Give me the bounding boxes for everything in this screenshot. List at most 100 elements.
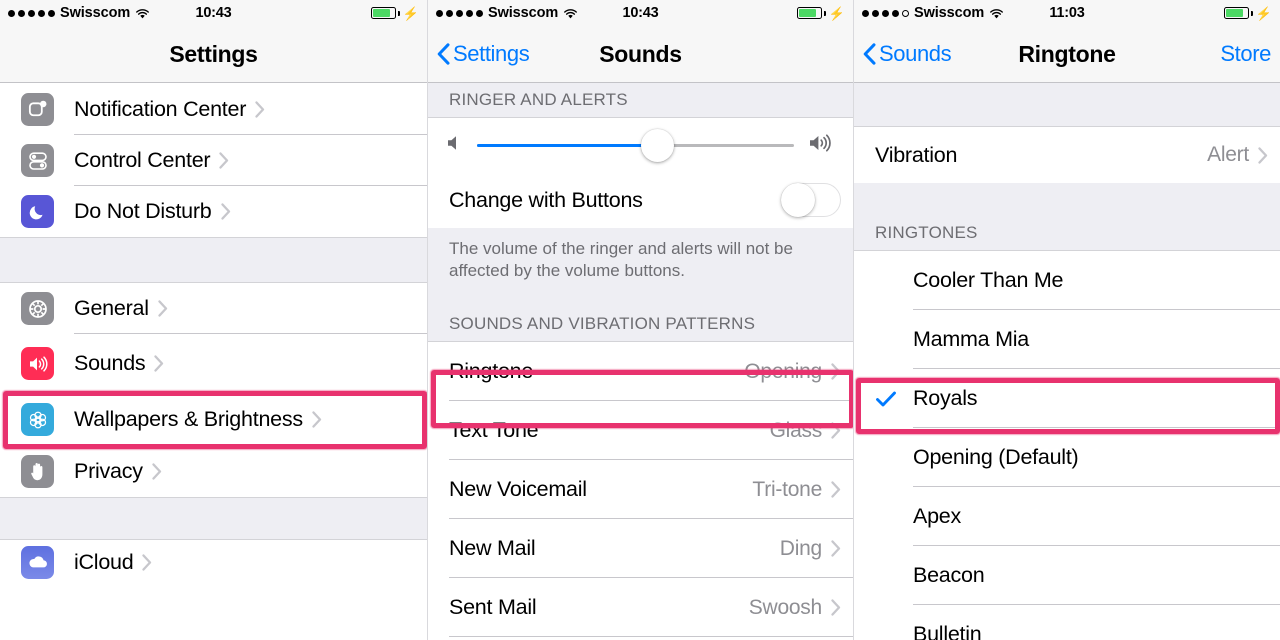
volume-high-icon: [808, 133, 835, 158]
sidebar-item-do-not-disturb[interactable]: Do Not Disturb: [0, 186, 427, 237]
sound-row-label: New Voicemail: [449, 477, 587, 501]
sidebar-item-icloud[interactable]: iCloud: [0, 540, 427, 584]
sidebar-item-label: iCloud: [74, 549, 134, 574]
chevron-left-icon: [437, 43, 450, 65]
section-header-sounds-and-vibration: SOUNDS AND VIBRATION PATTERNS: [428, 301, 853, 342]
sidebar-item-notification-center[interactable]: Notification Center: [0, 83, 427, 135]
sidebar-item-label: Notification Center: [74, 96, 247, 121]
battery-icon: [796, 7, 822, 19]
ringtone-item-mamma-mia[interactable]: Mamma Mia: [854, 310, 1280, 369]
ringtone-item-royals[interactable]: Royals: [854, 369, 1280, 428]
chevron-right-icon: [220, 203, 231, 220]
group-separator: [0, 237, 427, 283]
sidebar-item-control-center[interactable]: Control Center: [0, 135, 427, 186]
sound-row-sent-mail[interactable]: Sent Mail Swoosh: [428, 578, 853, 637]
change-with-buttons-label: Change with Buttons: [449, 187, 643, 212]
chevron-right-icon: [1258, 146, 1268, 164]
chevron-right-icon: [219, 152, 229, 169]
change-with-buttons-row[interactable]: Change with Buttons: [428, 172, 853, 228]
ringtone-item-apex[interactable]: Apex: [854, 487, 1280, 546]
sound-row-value: Opening: [744, 359, 822, 383]
ringer-volume-slider-row[interactable]: [428, 118, 853, 172]
hand-icon: [21, 455, 54, 488]
chevron-left-icon: [863, 43, 876, 65]
chevron-right-icon: [831, 363, 841, 380]
navigation-bar: Settings: [0, 26, 427, 83]
sidebar-item-label: General: [74, 296, 149, 320]
chevron-right-icon: [158, 300, 168, 317]
clock-label: 10:43: [195, 5, 232, 21]
status-bar: Swisscom 10:43 ⚡: [428, 0, 853, 26]
vibration-label: Vibration: [875, 142, 958, 167]
control-center-icon: [21, 144, 54, 177]
chevron-right-icon: [154, 355, 164, 372]
navigation-bar: Sounds Ringtone Store: [854, 26, 1280, 83]
chevron-right-icon: [142, 553, 152, 571]
change-with-buttons-toggle[interactable]: [781, 183, 841, 217]
sidebar-item-general[interactable]: General: [0, 283, 427, 334]
sidebar-item-label: Control Center: [74, 148, 211, 172]
vibration-row[interactable]: Vibration Alert: [854, 127, 1280, 183]
ringtone-item-label: Cooler Than Me: [913, 268, 1064, 292]
chevron-right-icon: [831, 540, 841, 557]
panel-sounds: Swisscom 10:43 ⚡ Settings Sounds RINGER …: [427, 0, 854, 640]
gear-icon: [21, 292, 54, 325]
ringtone-item-opening-default[interactable]: Opening (Default): [854, 428, 1280, 487]
sound-row-label: New Mail: [449, 536, 536, 560]
back-button-settings[interactable]: Settings: [437, 41, 530, 67]
flower-icon: [21, 403, 54, 436]
store-button[interactable]: Store: [1220, 41, 1271, 67]
sidebar-item-label: Privacy: [74, 459, 143, 483]
sound-row-text-tone[interactable]: Text Tone Glass: [428, 401, 853, 460]
chevron-right-icon: [312, 411, 322, 428]
icloud-icon: [21, 545, 54, 579]
back-button-label: Settings: [453, 41, 530, 66]
three-panel-screenshot: Swisscom 10:43 ⚡ Settings Notification C…: [0, 0, 1280, 640]
notification-center-icon: [21, 92, 54, 126]
sound-row-label: Ringtone: [449, 359, 534, 383]
ringtone-item-label: Opening (Default): [913, 445, 1079, 469]
clock-label: 10:43: [622, 5, 659, 21]
sound-row-label: Sent Mail: [449, 595, 537, 619]
sound-row-value: Swoosh: [748, 595, 822, 619]
settings-group-1: Notification Center Control Center Do No…: [0, 83, 427, 237]
sound-row-ringtone[interactable]: Ringtone Opening: [428, 342, 853, 401]
battery-icon: [1223, 7, 1249, 19]
section-header-ringer-and-alerts: RINGER AND ALERTS: [428, 83, 853, 118]
chevron-right-icon: [152, 463, 162, 480]
section-header-ringtones: RINGTONES: [854, 183, 1280, 251]
ringtone-item-cooler-than-me[interactable]: Cooler Than Me: [854, 251, 1280, 310]
ringtone-item-bulletin[interactable]: Bulletin: [854, 605, 1280, 640]
vibration-value: Alert: [1207, 143, 1249, 166]
panel-settings: Swisscom 10:43 ⚡ Settings Notification C…: [0, 0, 427, 640]
group-separator: [0, 497, 427, 540]
chevron-right-icon: [255, 100, 265, 118]
sidebar-item-wallpapers-brightness[interactable]: Wallpapers & Brightness: [0, 393, 427, 446]
sidebar-item-privacy[interactable]: Privacy: [0, 446, 427, 497]
sound-row-new-mail[interactable]: New Mail Ding: [428, 519, 853, 578]
checkmark-icon: [875, 388, 897, 410]
ringtone-item-beacon[interactable]: Beacon: [854, 546, 1280, 605]
battery-icon: [370, 7, 396, 19]
sound-row-value: Tri-tone: [752, 477, 822, 501]
volume-slider-track[interactable]: [477, 128, 794, 162]
sound-row-value: Glass: [769, 418, 823, 442]
chevron-right-icon: [831, 422, 841, 439]
settings-group-2: General Sounds Wallpapers & Brightness P…: [0, 283, 427, 497]
ringtone-item-label: Apex: [913, 504, 962, 528]
sound-row-value: Ding: [779, 536, 822, 560]
ringtone-item-label: Royals: [913, 386, 978, 410]
group-separator: [854, 83, 1280, 127]
back-button-sounds[interactable]: Sounds: [863, 41, 952, 67]
sound-row-new-voicemail[interactable]: New Voicemail Tri-tone: [428, 460, 853, 519]
moon-icon: [21, 195, 54, 228]
page-title: Settings: [169, 40, 258, 67]
back-button-label: Sounds: [879, 41, 952, 66]
ringtone-item-label: Bulletin: [913, 622, 982, 640]
volume-low-icon: [446, 134, 463, 157]
status-bar: Swisscom 10:43 ⚡: [0, 0, 427, 26]
panel-ringtone: Swisscom 11:03 ⚡ Sounds Ringtone Store V…: [854, 0, 1280, 640]
chevron-right-icon: [831, 481, 841, 498]
sidebar-item-label: Sounds: [74, 351, 146, 375]
sidebar-item-sounds[interactable]: Sounds: [0, 334, 427, 393]
